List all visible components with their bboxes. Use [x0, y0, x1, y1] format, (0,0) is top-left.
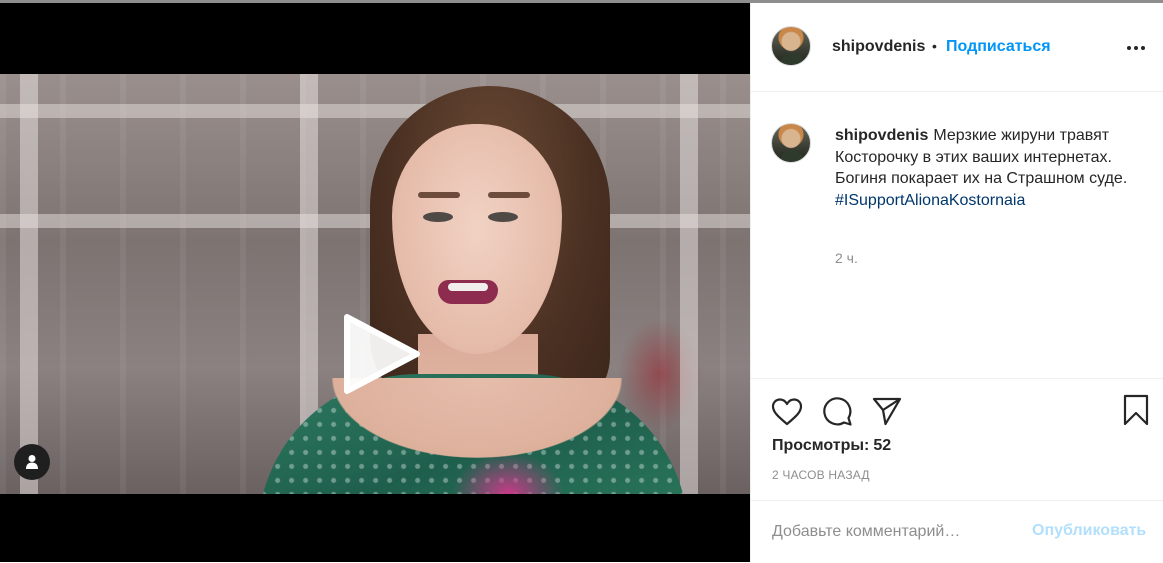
action-bar: [751, 379, 1163, 439]
video-frame[interactable]: [0, 74, 750, 494]
caption-area: shipovdenis Мерзкие жируни травят Косторо…: [751, 92, 1163, 379]
post-side-panel: shipovdenis • Подписаться shipovdenis Мер…: [750, 3, 1163, 562]
follow-button[interactable]: Подписаться: [946, 38, 1051, 56]
skater-brow: [418, 192, 460, 198]
post-header: shipovdenis • Подписаться: [751, 3, 1163, 92]
skater-eye: [488, 212, 518, 222]
header-username-link[interactable]: shipovdenis: [832, 38, 925, 56]
views-label: Просмотры:: [772, 437, 870, 454]
caption: shipovdenis Мерзкие жируни травят Косторо…: [835, 125, 1147, 211]
publish-button[interactable]: Опубликовать: [1032, 522, 1146, 540]
follow-separator: •: [932, 38, 937, 54]
skater-teeth: [448, 283, 488, 291]
comment-bubble-icon[interactable]: [821, 395, 853, 427]
skater-brow: [488, 192, 530, 198]
background-rail: [0, 104, 750, 118]
bookmark-icon[interactable]: [1122, 394, 1150, 426]
avatar[interactable]: [771, 123, 811, 163]
background-post: [20, 74, 38, 494]
skater-eye: [423, 212, 453, 222]
views-number: 52: [873, 437, 892, 454]
user-tag-button[interactable]: [14, 444, 50, 480]
user-tag-icon: [26, 455, 38, 469]
background-post: [680, 74, 698, 494]
post-media[interactable]: [0, 3, 750, 562]
avatar[interactable]: [771, 26, 811, 66]
comment-input[interactable]: [772, 517, 1012, 547]
caption-time[interactable]: 2 ч.: [835, 250, 858, 266]
paper-plane-icon[interactable]: [871, 395, 903, 427]
heart-icon[interactable]: [771, 397, 803, 427]
play-icon[interactable]: [335, 309, 425, 399]
views-count[interactable]: Просмотры: 52: [772, 437, 891, 455]
more-options-icon[interactable]: [1123, 41, 1149, 55]
post-timestamp[interactable]: 2 часов назад: [772, 468, 870, 482]
caption-username-link[interactable]: shipovdenis: [835, 127, 928, 144]
comment-form: Опубликовать: [751, 500, 1163, 563]
hashtag-link[interactable]: #ISupportAlionaKostornaia: [835, 192, 1025, 209]
